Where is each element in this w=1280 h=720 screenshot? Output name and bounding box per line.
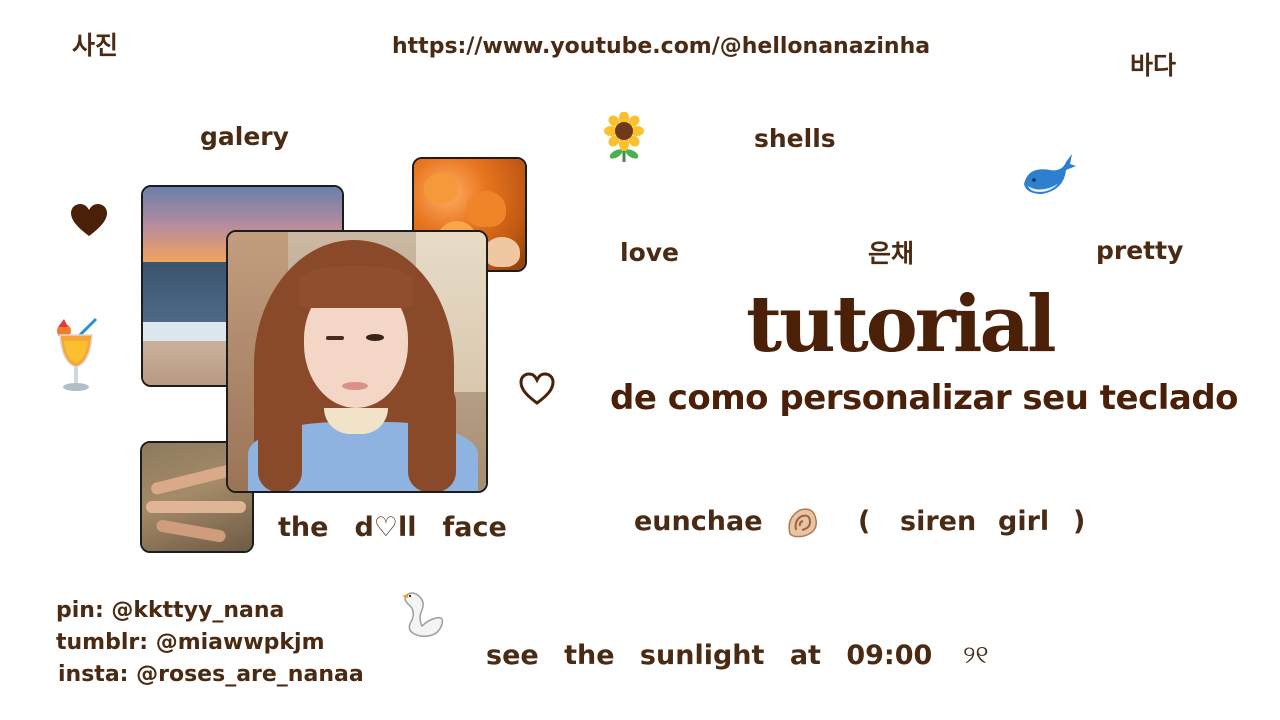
eunchae-label: eunchae [634,506,763,537]
tutorial-title: tutorial [746,279,1057,370]
korean-name-label: 은채 [868,239,915,268]
tutorial-subtitle: de como personalizar seu teclado [610,378,1239,418]
whale-icon [1024,154,1076,194]
tumblr-handle[interactable]: tumblr: @miawwpkjm [56,630,325,655]
pin-handle[interactable]: pin: @kkttyy_nana [56,598,284,623]
girl-word: girl [998,506,1050,537]
heart-filled-icon [71,204,107,236]
siren-close-paren: ) [1073,506,1086,537]
pretty-label: pretty [1096,236,1184,265]
caption-word-the: the [278,512,329,543]
heart-outline-icon [519,372,555,405]
swan-icon [402,592,444,637]
doll-face-caption: the d♡ll face [278,512,507,543]
youtube-url[interactable]: https://www.youtube.com/@hellonanazinha [392,34,930,59]
cocktail-icon [57,317,98,391]
portrait-photo [226,230,488,493]
caption-heart-glyph: ♡ [373,512,398,543]
siren-word: siren [900,506,977,537]
caption-word-ll: ll [398,512,417,543]
shells-label: shells [754,124,836,153]
caption-word-face: face [442,512,507,543]
ribbon-glyph: ୨୧ [963,640,989,669]
siren-open-paren: ( [858,506,871,537]
caption-word-d: d [354,512,374,543]
sunlight-text: see the sunlight at 09:00 [486,640,933,671]
korean-sea-label: 바다 [1130,51,1177,80]
sunflower-icon [604,112,644,162]
love-label: love [620,238,679,267]
galery-label: galery [200,122,289,151]
insta-handle[interactable]: insta: @roses_are_nanaa [58,662,364,687]
shell-icon [788,508,817,538]
korean-photo-label: 사진 [72,31,119,60]
